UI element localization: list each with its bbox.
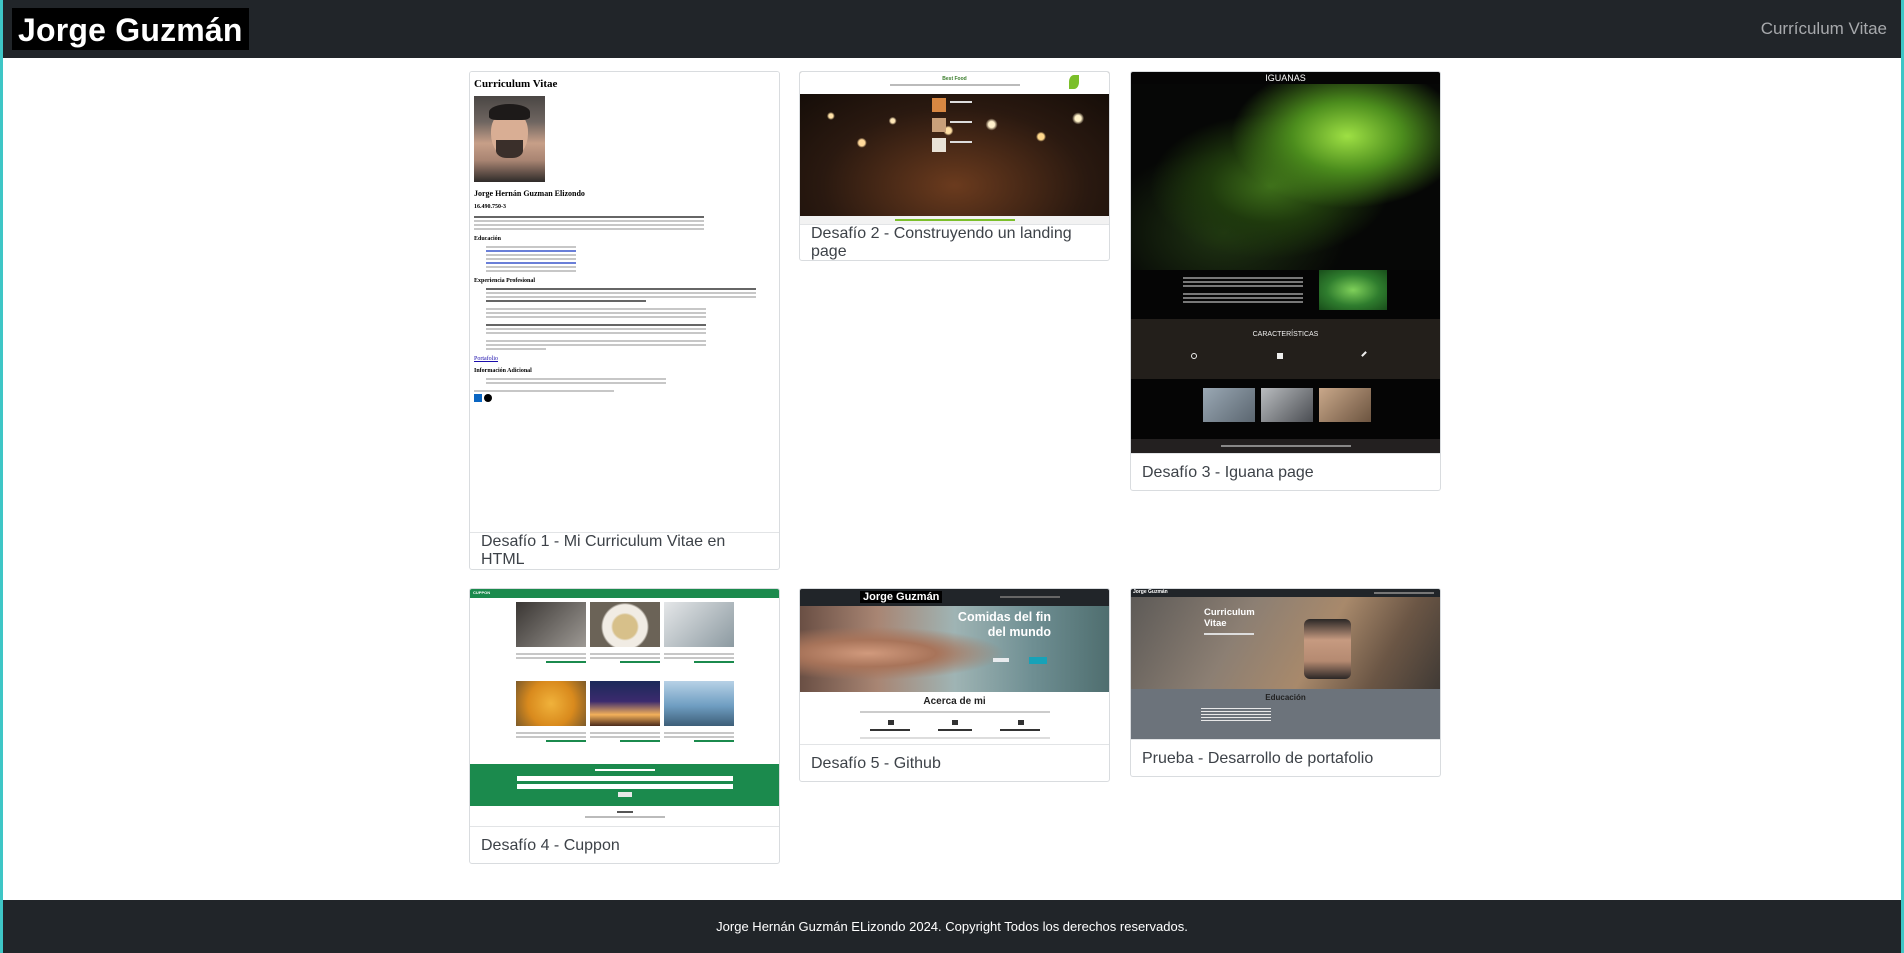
project-thumbnail-github[interactable]: Jorge Guzmán Comidas del fin del mundo A… (800, 589, 1109, 744)
cv-section-education: Educación (474, 236, 502, 242)
card-caption: Desafío 1 - Mi Curriculum Vitae en HTML (470, 532, 779, 569)
cv-rut: 16.490.750-3 (474, 204, 506, 210)
cv-photo (474, 96, 545, 182)
card-caption: Desafío 3 - Iguana page (1131, 453, 1440, 490)
github-about-title: Acerca de mi (923, 696, 986, 707)
project-card-iguana[interactable]: IGUANAS CARACTERÍSTICAS Desafío 3 - Igua… (1130, 71, 1441, 491)
github-hero-title: Comidas del fin del mundo (958, 610, 1051, 640)
cv-social-icons (474, 394, 775, 402)
card-caption: Desafío 2 - Construyendo un landing page (800, 224, 1109, 260)
portfolio-hero-line1: Curriculum (1204, 607, 1255, 618)
cv-section-experience: Experiencia Profesional (474, 278, 536, 284)
project-thumbnail-cuppon[interactable]: CUPPON (470, 589, 779, 826)
cv-section-additional: Información Adicional (474, 368, 532, 374)
card-caption: Prueba - Desarrollo de portafolio (1131, 739, 1440, 776)
project-thumbnail-cv[interactable]: Curriculum Vitae Jorge Hernán Guzman Eli… (470, 72, 779, 532)
cuppon-title: CUPPON (473, 590, 491, 595)
project-card-cuppon[interactable]: CUPPON Desafío 4 - Cuppon (469, 588, 780, 864)
card-caption: Desafío 4 - Cuppon (470, 826, 779, 863)
portfolio-photo (1304, 619, 1351, 679)
navbar: Jorge Guzmán Currículum Vitae (3, 0, 1901, 58)
landing-menu-list (932, 98, 982, 152)
project-thumbnail-iguana[interactable]: IGUANAS CARACTERÍSTICAS (1131, 72, 1440, 453)
iguana-band-title: CARACTERÍSTICAS (1252, 331, 1319, 338)
project-card-github[interactable]: Jorge Guzmán Comidas del fin del mundo A… (799, 588, 1110, 782)
portfolio-thumb-brand: Jorge Guzmán (1133, 589, 1168, 595)
iguana-title: IGUANAS (1265, 73, 1306, 83)
project-card-cv[interactable]: Curriculum Vitae Jorge Hernán Guzman Eli… (469, 71, 780, 570)
landing-title: Best Food (942, 76, 967, 82)
iguana-photo (1319, 270, 1387, 310)
footer: Jorge Hernán Guzmán ELizondo 2024. Copyr… (3, 900, 1901, 953)
linkedin-icon (474, 394, 482, 402)
project-thumbnail-landing[interactable]: Best Food (800, 72, 1109, 224)
github-hero-line1: Comidas del fin (957, 610, 1051, 624)
portfolio-section-title: Educación (1265, 693, 1306, 702)
cv-title: Curriculum Vitae (474, 78, 558, 90)
portfolio-hero-line2: Vitae (1204, 618, 1227, 629)
portfolio-hero-title: Curriculum Vitae (1204, 607, 1255, 629)
brand-logo[interactable]: Jorge Guzmán (12, 8, 249, 50)
cv-name: Jorge Hernán Guzman Elizondo (474, 189, 585, 198)
github-hero-line2: del mundo (987, 625, 1051, 639)
nav-link-curriculum[interactable]: Currículum Vitae (1761, 19, 1887, 39)
project-thumbnail-portfolio[interactable]: Jorge Guzmán Curriculum Vitae Educación (1131, 589, 1440, 739)
project-card-portfolio[interactable]: Jorge Guzmán Curriculum Vitae Educación … (1130, 588, 1441, 777)
github-icon (484, 394, 492, 402)
leaf-logo-icon (1069, 75, 1079, 89)
cv-link-portfolio: Portafolio (474, 356, 498, 362)
footer-copyright: Jorge Hernán Guzmán ELizondo 2024. Copyr… (716, 919, 1188, 934)
project-card-landing[interactable]: Best Food Desafío 2 - Construyendo un la… (799, 71, 1110, 261)
github-thumb-brand: Jorge Guzmán (860, 591, 943, 603)
card-caption: Desafío 5 - Github (800, 744, 1109, 781)
